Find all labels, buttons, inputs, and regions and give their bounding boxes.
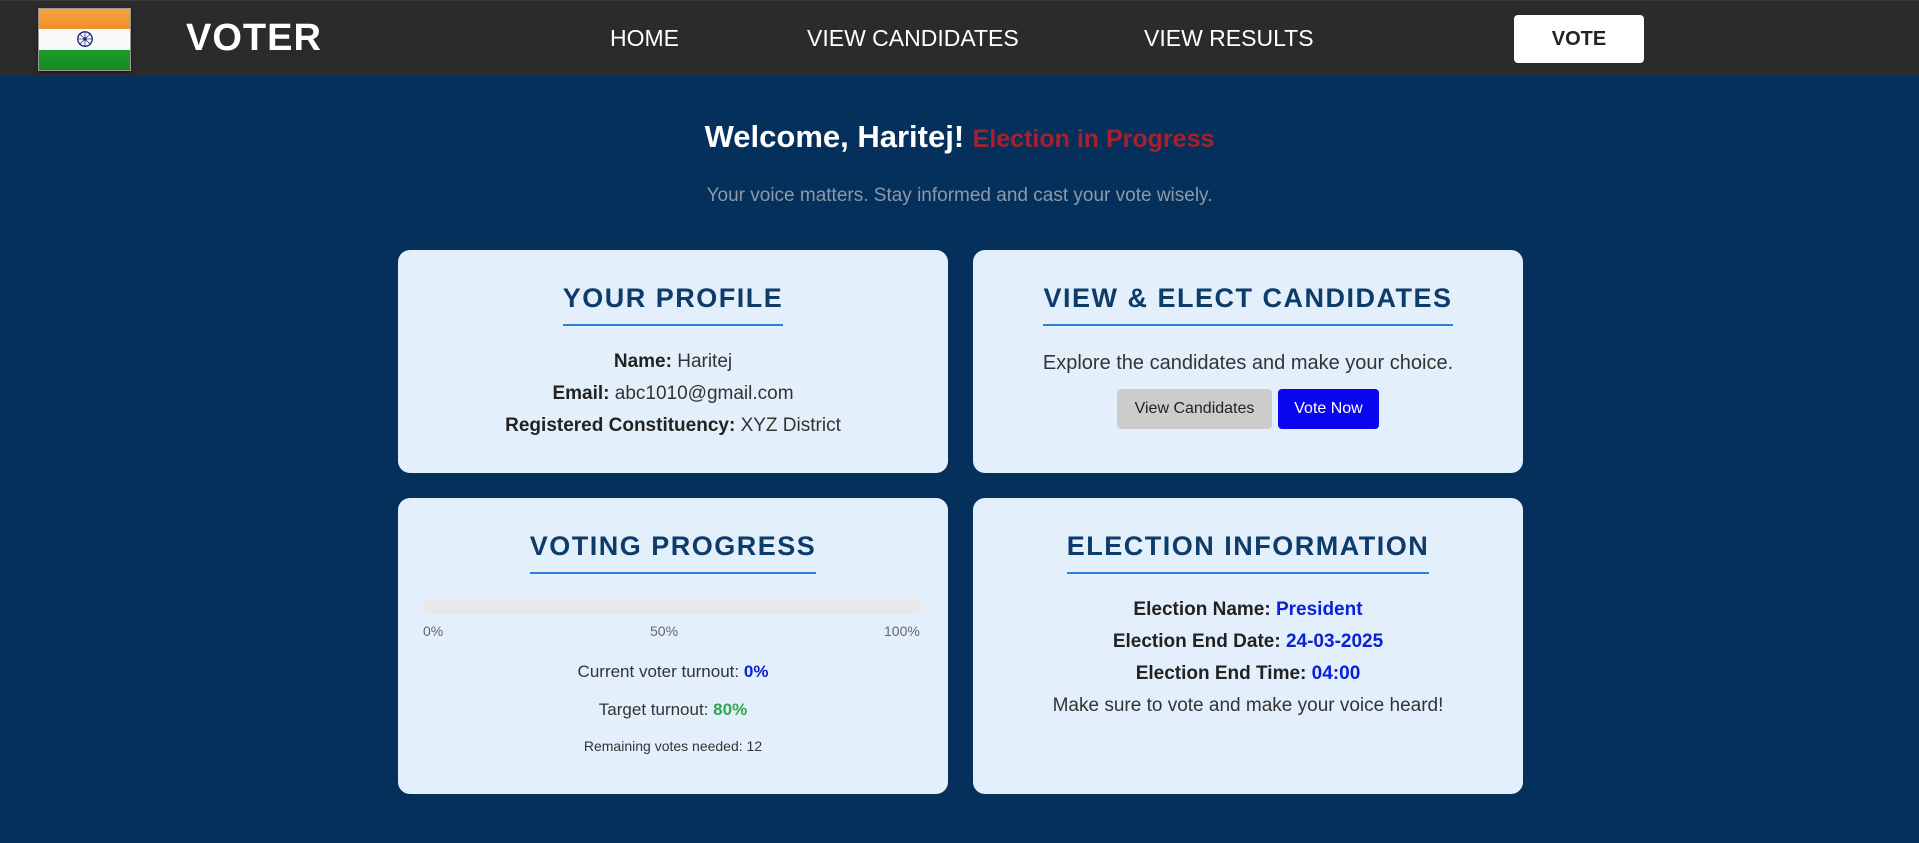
election-name-value: President — [1275, 599, 1363, 620]
profile-card-title: YOUR PROFILE — [562, 283, 784, 326]
profile-constituency-label: Registered Constituency: — [505, 415, 736, 436]
election-name-label: Election Name: — [1133, 599, 1271, 620]
election-end-date-value: 24-03-2025 — [1285, 631, 1384, 652]
progress-bar — [423, 600, 921, 614]
voting-progress-card: VOTING PROGRESS 0% 50% 100% Current vote… — [398, 498, 948, 794]
election-end-time-value: 04:00 — [1311, 663, 1361, 684]
current-turnout-value: 0% — [743, 662, 769, 681]
election-note: Make sure to vote and make your voice he… — [1052, 695, 1444, 716]
current-turnout-label: Current voter turnout: — [577, 662, 740, 681]
profile-name-row: Name: Haritej — [398, 346, 948, 378]
current-turnout-row: Current voter turnout: 0% — [398, 662, 948, 682]
candidates-card: VIEW & ELECT CANDIDATES Explore the cand… — [973, 250, 1523, 473]
progress-card-title: VOTING PROGRESS — [529, 531, 817, 574]
candidates-card-title: VIEW & ELECT CANDIDATES — [1043, 283, 1453, 326]
tagline: Your voice matters. Stay informed and ca… — [706, 185, 1213, 206]
target-turnout-value: 80% — [713, 700, 748, 719]
candidates-description: Explore the candidates and make your cho… — [1042, 352, 1454, 374]
progress-scale-100: 100% — [884, 623, 920, 639]
election-end-date-row: Election End Date: 24-03-2025 — [973, 626, 1523, 658]
profile-constituency-row: Registered Constituency: XYZ District — [398, 410, 948, 442]
nav-view-candidates-link[interactable]: VIEW CANDIDATES — [807, 25, 1019, 52]
vote-now-button[interactable]: Vote Now — [1278, 389, 1379, 429]
election-end-time-row: Election End Time: 04:00 — [973, 658, 1523, 690]
profile-name-value: Haritej — [677, 351, 733, 372]
progress-scale-0: 0% — [423, 623, 444, 639]
election-name-row: Election Name: President — [973, 594, 1523, 626]
profile-email-row: Email: abc1010@gmail.com — [398, 378, 948, 410]
navbar: VOTER HOME VIEW CANDIDATES VIEW RESULTS … — [0, 0, 1919, 76]
profile-card: YOUR PROFILE Name: Haritej Email: abc101… — [398, 250, 948, 473]
profile-email-value: abc1010@gmail.com — [614, 383, 794, 404]
remaining-votes-text: Remaining votes needed: 12 — [583, 738, 763, 754]
target-turnout-label: Target turnout: — [598, 700, 709, 719]
welcome-greeting: Welcome, Haritej! — [704, 119, 965, 154]
profile-constituency-value: XYZ District — [740, 415, 841, 436]
profile-name-label: Name: — [613, 351, 672, 372]
india-flag-icon — [38, 8, 131, 71]
election-end-date-label: Election End Date: — [1112, 631, 1281, 652]
profile-email-label: Email: — [552, 383, 610, 404]
nav-home-link[interactable]: HOME — [610, 25, 679, 52]
ashoka-chakra-icon — [76, 31, 93, 48]
election-card-title: ELECTION INFORMATION — [1066, 531, 1430, 574]
target-turnout-row: Target turnout: 80% — [398, 700, 948, 720]
welcome-heading: Welcome, Haritej! Election in Progress — [0, 119, 1919, 155]
election-info-card: ELECTION INFORMATION Election Name: Pres… — [973, 498, 1523, 794]
view-candidates-button[interactable]: View Candidates — [1117, 389, 1272, 429]
nav-view-results-link[interactable]: VIEW RESULTS — [1144, 25, 1314, 52]
brand-title: VOTER — [186, 17, 322, 59]
election-end-time-label: Election End Time: — [1135, 663, 1307, 684]
progress-scale-50: 50% — [650, 623, 679, 639]
nav-vote-button[interactable]: VOTE — [1514, 15, 1644, 63]
election-status: Election in Progress — [972, 125, 1215, 153]
